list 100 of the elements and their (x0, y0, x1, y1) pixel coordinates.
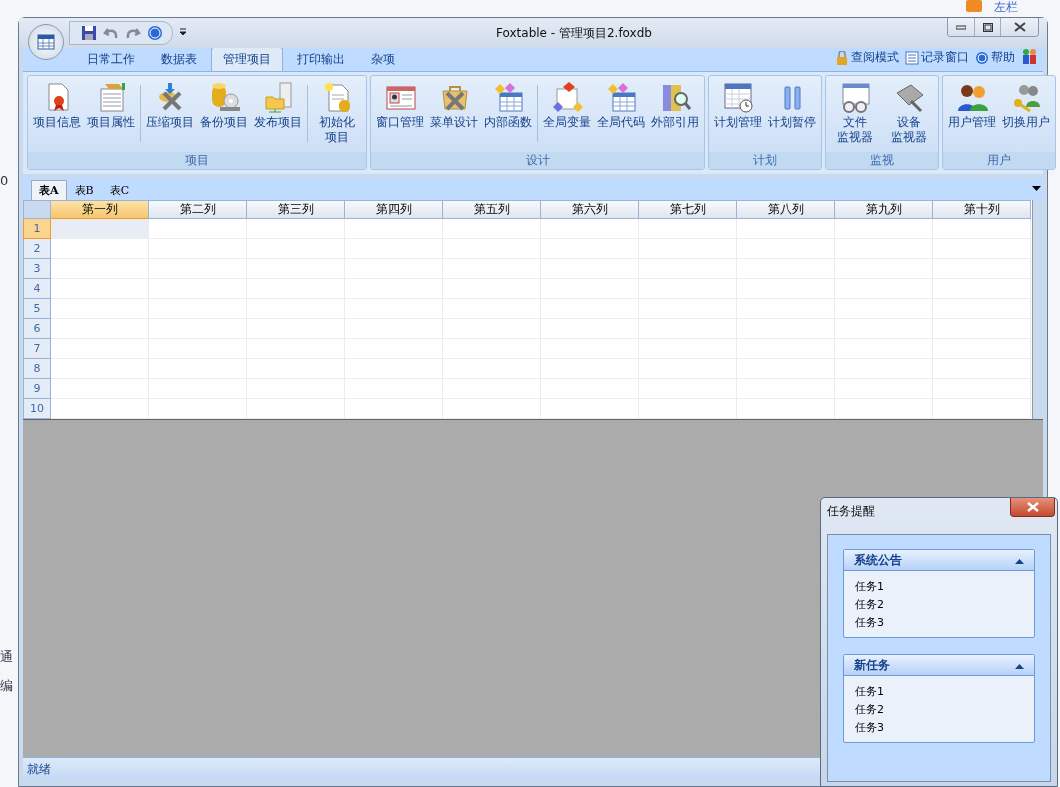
table-cell[interactable] (51, 379, 149, 399)
column-header[interactable]: 第七列 (639, 200, 737, 219)
customize-caret-icon[interactable] (179, 28, 187, 38)
row-header[interactable]: 4 (23, 279, 51, 299)
ribbon-button[interactable]: 发布项目 (251, 79, 305, 132)
log-window-link[interactable]: 记录窗口 (905, 49, 969, 66)
select-all-corner[interactable] (23, 200, 51, 219)
maximize-button[interactable] (974, 18, 1000, 36)
close-button[interactable] (1000, 18, 1038, 36)
table-cell[interactable] (639, 219, 737, 239)
column-header[interactable]: 第六列 (541, 200, 639, 219)
sheet-tab[interactable]: 表C (101, 180, 138, 200)
help-icon[interactable] (146, 24, 164, 42)
task-item[interactable]: 任务2 (855, 701, 1023, 718)
ribbon-button[interactable]: 设备 监视器 (882, 79, 936, 147)
table-cell[interactable] (51, 299, 149, 319)
table-cell[interactable] (51, 239, 149, 259)
table-cell[interactable] (737, 219, 835, 239)
sidebar-link[interactable]: 左栏 (994, 0, 1018, 14)
ribbon-button[interactable]: 压缩项目 (143, 79, 197, 132)
users-icon[interactable] (1021, 48, 1039, 67)
ribbon-button[interactable]: 全局代码 (594, 79, 648, 132)
task-item[interactable]: 任务3 (855, 614, 1023, 631)
ribbon-button[interactable]: 菜单设计 (427, 79, 481, 132)
sheet-tab[interactable]: 表A (31, 180, 67, 200)
column-header[interactable]: 第九列 (835, 200, 933, 219)
table-cell[interactable] (51, 219, 149, 239)
ribbon-tab[interactable]: 管理项目 (211, 47, 283, 71)
minimize-icon (956, 24, 966, 30)
ribbon-tab[interactable]: 打印输出 (285, 47, 357, 71)
ribbon-tab[interactable]: 日常工作 (75, 47, 147, 71)
ribbon-button[interactable]: 初始化 项目 (310, 79, 364, 147)
close-icon (1026, 502, 1039, 512)
ribbon-button[interactable]: 全局变量 (540, 79, 594, 132)
row-header[interactable]: 1 (23, 219, 51, 239)
table-cell[interactable] (933, 299, 1031, 319)
table-cell[interactable] (51, 319, 149, 339)
ribbon-button[interactable]: 计划管理 (711, 79, 765, 132)
table-cell[interactable] (933, 239, 1031, 259)
table-cell[interactable] (51, 359, 149, 379)
popup-title: 任务提醒 (827, 502, 875, 520)
table-cell[interactable] (51, 279, 149, 299)
column-header[interactable]: 第一列 (51, 200, 149, 219)
column-header[interactable]: 第五列 (443, 200, 541, 219)
close-button[interactable] (1010, 498, 1055, 517)
task-item[interactable]: 任务1 (855, 683, 1023, 700)
row-header[interactable]: 3 (23, 259, 51, 279)
status-text: 就绪 (26, 761, 52, 778)
column-header[interactable]: 第十列 (933, 200, 1031, 219)
table-cell[interactable] (149, 219, 247, 239)
save-icon[interactable] (80, 24, 98, 42)
ribbon-button[interactable]: 项目属性 (84, 79, 138, 132)
table-cell[interactable] (933, 259, 1031, 279)
table-cell[interactable] (541, 219, 639, 239)
group-label: 设计 (371, 152, 704, 169)
ribbon-tab[interactable]: 数据表 (149, 47, 209, 71)
table-cell[interactable] (835, 219, 933, 239)
table-cell[interactable] (933, 319, 1031, 339)
row-header[interactable]: 5 (23, 299, 51, 319)
table-cell[interactable] (933, 219, 1031, 239)
ribbon-button[interactable]: 项目信息 (30, 79, 84, 132)
ribbon-tab[interactable]: 杂项 (359, 47, 407, 71)
task-item[interactable]: 任务1 (855, 578, 1023, 595)
table-cell[interactable] (51, 259, 149, 279)
help-link[interactable]: 帮助 (975, 49, 1015, 66)
ribbon-button[interactable]: 切换用户 (999, 79, 1053, 132)
table-cell[interactable] (933, 359, 1031, 379)
table-cell[interactable] (933, 339, 1031, 359)
ribbon-button[interactable]: 计划暂停 (765, 79, 819, 132)
ribbon-button[interactable]: 文件 监视器 (828, 79, 882, 147)
table-cell[interactable] (345, 219, 443, 239)
lock-icon (835, 50, 849, 65)
column-header[interactable]: 第二列 (149, 200, 247, 219)
sheet-tab[interactable]: 表B (66, 180, 102, 200)
table-cell[interactable] (51, 339, 149, 359)
group-label: 用户 (943, 152, 1055, 169)
view-mode-link[interactable]: 查阅模式 (835, 49, 899, 66)
column-header[interactable]: 第三列 (247, 200, 345, 219)
ribbon-button[interactable]: 内部函数 (481, 79, 535, 132)
ribbon-button[interactable]: 窗口管理 (373, 79, 427, 132)
table-cell[interactable] (247, 219, 345, 239)
row-header[interactable]: 6 (23, 319, 51, 339)
row-header[interactable]: 10 (23, 399, 51, 419)
app-menu-button[interactable] (28, 24, 64, 60)
ribbon-button[interactable]: 用户管理 (945, 79, 999, 132)
row-header[interactable]: 7 (23, 339, 51, 359)
column-header[interactable]: 第八列 (737, 200, 835, 219)
task-item[interactable]: 任务2 (855, 596, 1023, 613)
ribbon-button[interactable]: 备份项目 (197, 79, 251, 132)
row-header[interactable]: 8 (23, 359, 51, 379)
row-header[interactable]: 2 (23, 239, 51, 259)
column-header[interactable]: 第四列 (345, 200, 443, 219)
table-cell[interactable] (933, 279, 1031, 299)
table-cell[interactable] (443, 219, 541, 239)
table-cell[interactable] (933, 379, 1031, 399)
ribbon-button[interactable]: 外部引用 (648, 79, 702, 132)
dropdown-caret-icon[interactable] (1032, 184, 1041, 194)
task-item[interactable]: 任务3 (855, 719, 1023, 736)
rss-icon[interactable] (966, 0, 982, 12)
row-header[interactable]: 9 (23, 379, 51, 399)
